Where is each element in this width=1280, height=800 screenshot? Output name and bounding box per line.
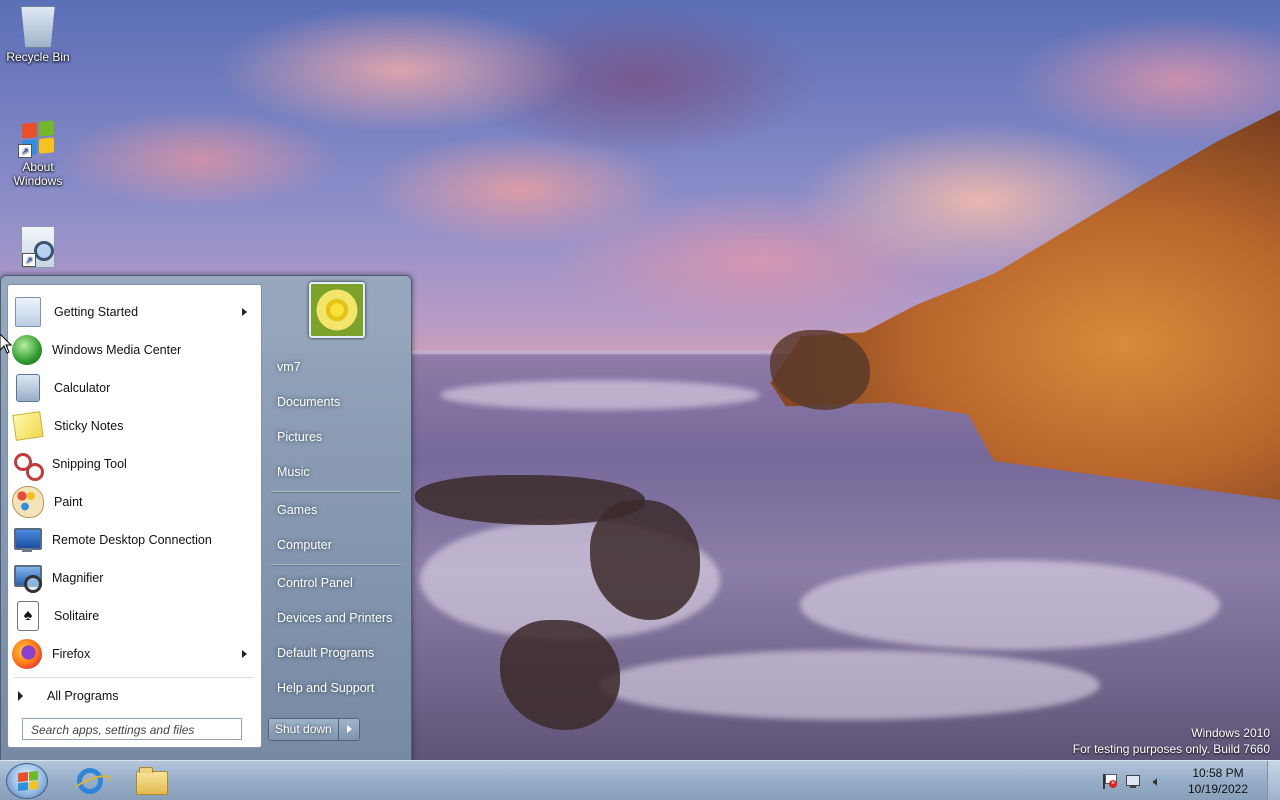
right-item-help-and-support[interactable]: Help and Support <box>264 673 404 703</box>
right-item-devices-and-printers[interactable]: Devices and Printers <box>264 603 404 633</box>
watermark-title: Windows 2010 <box>1191 726 1270 740</box>
program-label: Remote Desktop Connection <box>52 533 212 547</box>
right-item-control-panel[interactable]: Control Panel <box>264 568 404 598</box>
right-item-default-programs[interactable]: Default Programs <box>264 638 404 668</box>
shutdown-control: Shut down <box>268 718 360 741</box>
windows-logo-icon: ↗ <box>18 118 58 158</box>
program-snipping-tool[interactable]: Snipping Tool <box>12 447 257 481</box>
right-item-user[interactable]: vm7 <box>264 352 404 382</box>
program-label: Magnifier <box>52 571 104 585</box>
magnifier-icon <box>12 563 42 593</box>
wallpaper-wave <box>440 380 760 410</box>
network-icon[interactable] <box>1124 772 1142 790</box>
shortcut-arrow-icon: ↗ <box>18 144 32 158</box>
right-item-computer[interactable]: Computer <box>264 530 404 560</box>
shortcut-arrow-icon: ↗ <box>22 253 36 267</box>
program-label: Sticky Notes <box>54 419 124 433</box>
program-label: Paint <box>54 495 83 509</box>
solitaire-icon: ♠ <box>17 601 39 631</box>
program-paint[interactable]: Paint <box>12 485 257 519</box>
submenu-arrow-icon[interactable] <box>242 650 247 658</box>
program-calculator[interactable]: Calculator <box>12 371 257 405</box>
user-avatar[interactable] <box>309 282 365 338</box>
program-label: Solitaire <box>54 609 100 623</box>
wallpaper-cliff <box>770 110 1280 500</box>
program-sticky-notes[interactable]: Sticky Notes <box>12 409 257 443</box>
mouse-cursor-icon <box>0 334 12 354</box>
program-getting-started[interactable]: Getting Started <box>12 295 257 329</box>
divider <box>271 564 401 565</box>
calculator-icon <box>16 374 40 402</box>
program-windows-media-center[interactable]: Windows Media Center <box>12 333 257 367</box>
desktop-icon-label: About Windows <box>13 160 63 188</box>
desktop-icon-about-windows[interactable]: ↗ About Windows <box>0 118 76 188</box>
sticky-notes-icon <box>12 411 44 441</box>
wallpaper-wave <box>800 560 1220 650</box>
folder-icon <box>136 767 168 795</box>
right-item-documents[interactable]: Documents <box>264 387 404 417</box>
show-desktop-button[interactable] <box>1267 761 1280 800</box>
program-label: Windows Media Center <box>52 343 182 357</box>
all-programs-label: All Programs <box>47 689 119 703</box>
desktop-icon-label: Recycle Bin <box>6 50 70 64</box>
start-button[interactable] <box>6 763 48 799</box>
search-input[interactable]: Search apps, settings and files <box>22 718 242 740</box>
search-document-icon: ↗ <box>21 226 55 268</box>
taskbar-file-explorer[interactable] <box>128 763 172 799</box>
right-item-music[interactable]: Music <box>264 457 404 487</box>
system-tray: × 🔈︎ 10:58 PM 10/19/2022 <box>1097 761 1280 800</box>
clock[interactable]: 10:58 PM 10/19/2022 <box>1175 765 1261 797</box>
program-label: Firefox <box>52 647 91 661</box>
expand-arrow-icon <box>18 691 23 701</box>
recycle-bin-icon <box>21 6 55 48</box>
shutdown-options-arrow-icon[interactable] <box>338 719 359 740</box>
divider <box>14 677 254 678</box>
desktop-icon-search-document[interactable]: ↗ <box>0 226 76 270</box>
shutdown-button[interactable]: Shut down <box>269 719 339 740</box>
program-solitaire[interactable]: ♠ Solitaire <box>12 599 257 633</box>
remote-desktop-icon <box>12 525 42 555</box>
program-firefox[interactable]: Firefox <box>12 637 257 671</box>
program-label: Getting Started <box>54 305 139 319</box>
watermark-build: For testing purposes only. Build 7660 <box>1072 742 1270 756</box>
taskbar-internet-explorer[interactable] <box>67 763 111 799</box>
firefox-icon <box>12 639 42 669</box>
volume-icon[interactable]: 🔈︎ <box>1148 772 1166 790</box>
snipping-tool-icon <box>12 449 44 481</box>
build-watermark: Windows 2010 For testing purposes only. … <box>1073 725 1270 757</box>
submenu-arrow-icon[interactable] <box>242 308 247 316</box>
clock-date: 10/19/2022 <box>1187 782 1249 796</box>
action-center-flag-icon[interactable]: × <box>1100 772 1118 790</box>
all-programs-button[interactable]: All Programs <box>18 683 119 709</box>
divider <box>271 491 401 492</box>
right-item-pictures[interactable]: Pictures <box>264 422 404 452</box>
internet-explorer-icon <box>77 768 103 794</box>
taskbar: × 🔈︎ 10:58 PM 10/19/2022 <box>0 760 1280 800</box>
wallpaper-rocks <box>500 620 620 730</box>
program-label: Snipping Tool <box>52 457 127 471</box>
wallpaper-wave <box>600 650 1100 720</box>
program-magnifier[interactable]: Magnifier <box>12 561 257 595</box>
right-item-games[interactable]: Games <box>264 495 404 525</box>
program-label: Calculator <box>54 381 111 395</box>
start-menu: Getting Started Windows Media Center Cal… <box>0 275 412 762</box>
windows-logo-icon <box>18 770 38 792</box>
getting-started-icon <box>15 297 41 327</box>
desktop-icon-recycle-bin[interactable]: Recycle Bin <box>0 6 76 64</box>
paint-icon <box>12 486 44 518</box>
program-remote-desktop-connection[interactable]: Remote Desktop Connection <box>12 523 257 557</box>
start-menu-programs-pane: Getting Started Windows Media Center Cal… <box>7 284 262 748</box>
media-center-icon <box>12 335 42 365</box>
clock-time: 10:58 PM <box>1192 766 1244 780</box>
